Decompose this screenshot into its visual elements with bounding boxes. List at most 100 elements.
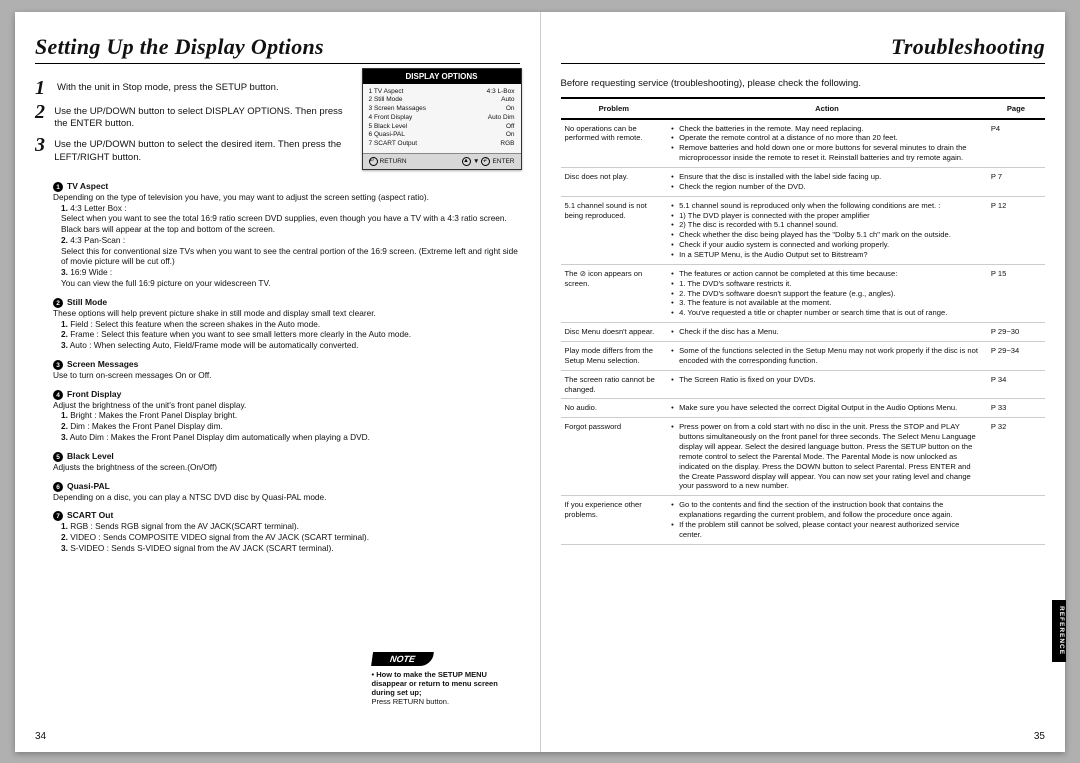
cell-problem: No audio.	[561, 399, 668, 418]
action-item: 3. The feature is not available at the m…	[671, 298, 983, 308]
side-tab: REFERENCE	[1052, 600, 1066, 661]
section-number-icon: 3	[53, 360, 63, 370]
action-item: Check the batteries in the remote. May n…	[671, 124, 983, 134]
action-item: 2. The DVD's software doesn't support th…	[671, 289, 983, 299]
cell-action: Ensure that the disc is installed with t…	[667, 167, 987, 196]
action-item: 1. The DVD's software restricts it.	[671, 279, 983, 289]
cell-page: P 15	[987, 264, 1045, 322]
page-title: Troubleshooting	[561, 34, 1046, 64]
osd-row: 4 Front DisplayAuto Dim	[369, 114, 515, 123]
section-items: 1. Bright : Makes the Front Panel Displa…	[53, 410, 520, 442]
action-item: The features or action cannot be complet…	[671, 269, 983, 279]
osd-row: 3 Screen MassagesOn	[369, 105, 515, 114]
cell-action: Make sure you have selected the correct …	[667, 399, 987, 418]
action-item: Press power on from a cold start with no…	[671, 422, 983, 491]
step-number: 2	[35, 102, 46, 122]
cell-problem: Play mode differs from the Setup Menu se…	[561, 341, 668, 370]
cell-action: Go to the contents and find the section …	[667, 496, 987, 544]
section-intro: Adjust the brightness of the unit's fron…	[53, 400, 520, 411]
section-head: 7SCART Out	[53, 510, 520, 521]
cell-page: P 32	[987, 418, 1045, 496]
page-left: Setting Up the Display Options 1 With th…	[15, 12, 541, 752]
page-title: Setting Up the Display Options	[35, 34, 520, 64]
cell-problem: The ⊘ icon appears on screen.	[561, 264, 668, 322]
option-sections: 1TV AspectDepending on the type of telev…	[35, 181, 520, 554]
table-row: Disc does not play.Ensure that the disc …	[561, 167, 1046, 196]
section-item: 2. VIDEO : Sends COMPOSITE VIDEO signal …	[61, 532, 520, 543]
manual-spread: Setting Up the Display Options 1 With th…	[15, 12, 1065, 752]
table-row: If you experience other problems.Go to t…	[561, 496, 1046, 544]
cell-problem: If you experience other problems.	[561, 496, 668, 544]
section-intro: Use to turn on-screen messages On or Off…	[53, 370, 520, 381]
cell-problem: Disc does not play.	[561, 167, 668, 196]
osd-footer: ↵RETURN ▲▼ ↲ENTER	[363, 153, 521, 169]
option-section: 5Black LevelAdjusts the brightness of th…	[53, 451, 520, 473]
action-item: Operate the remote control at a distance…	[671, 133, 983, 143]
enter-icon: ▲▼ ↲ENTER	[462, 157, 514, 166]
osd-row: 1 TV Aspect4:3 L-Box	[369, 88, 515, 97]
section-item: 2. Dim : Makes the Front Panel Display d…	[61, 421, 520, 432]
section-head: 6Quasi-PAL	[53, 481, 520, 492]
cell-action: Check the batteries in the remote. May n…	[667, 119, 987, 168]
step-2: 2 Use the UP/DOWN button to select DISPL…	[35, 102, 355, 132]
section-number-icon: 6	[53, 482, 63, 492]
osd-screenshot: DISPLAY OPTIONS 1 TV Aspect4:3 L-Box 2 S…	[362, 68, 522, 170]
intro-text: Before requesting service (troubleshooti…	[561, 78, 1046, 89]
action-item: Go to the contents and find the section …	[671, 500, 983, 520]
page-right: Troubleshooting Before requesting servic…	[541, 12, 1066, 752]
action-item: Check if the disc has a Menu.	[671, 327, 983, 337]
cell-page: P 29~30	[987, 323, 1045, 342]
cell-problem: The screen ratio cannot be changed.	[561, 370, 668, 399]
table-row: No audio.Make sure you have selected the…	[561, 399, 1046, 418]
section-item: 3. 16:9 Wide :You can view the full 16:9…	[61, 267, 520, 289]
action-item: 4. You've requested a title or chapter n…	[671, 308, 983, 318]
section-item: 2. 4:3 Pan-Scan :Select this for convent…	[61, 235, 520, 267]
th-action: Action	[667, 98, 987, 119]
osd-title: DISPLAY OPTIONS	[363, 69, 521, 84]
step-number: 1	[35, 78, 49, 98]
cell-page: P 33	[987, 399, 1045, 418]
cell-page: P 7	[987, 167, 1045, 196]
section-head: 4Front Display	[53, 389, 520, 400]
section-item: 3. Auto : When selecting Auto, Field/Fra…	[61, 340, 520, 351]
option-section: 2Still ModeThese options will help preve…	[53, 297, 520, 351]
action-item: Check if your audio system is connected …	[671, 240, 983, 250]
return-icon: ↵RETURN	[369, 157, 407, 166]
action-item: Remove batteries and hold down one or mo…	[671, 143, 983, 163]
action-item: Check the region number of the DVD.	[671, 182, 983, 192]
osd-row: 7 SCART OutputRGB	[369, 140, 515, 149]
section-items: 1. Field : Select this feature when the …	[53, 319, 520, 351]
th-problem: Problem	[561, 98, 668, 119]
cell-problem: No operations can be performed with remo…	[561, 119, 668, 168]
option-section: 7SCART Out1. RGB : Sends RGB signal from…	[53, 510, 520, 553]
table-row: The screen ratio cannot be changed.The S…	[561, 370, 1046, 399]
th-page: Page	[987, 98, 1045, 119]
step-text: With the unit in Stop mode, press the SE…	[57, 78, 279, 95]
step-number: 3	[35, 135, 46, 155]
cell-page: P 12	[987, 196, 1045, 264]
option-section: 3Screen MessagesUse to turn on-screen me…	[53, 359, 520, 381]
section-number-icon: 1	[53, 182, 63, 192]
table-row: Play mode differs from the Setup Menu se…	[561, 341, 1046, 370]
option-section: 4Front DisplayAdjust the brightness of t…	[53, 389, 520, 443]
section-head: 5Black Level	[53, 451, 520, 462]
troubleshooting-table: Problem Action Page No operations can be…	[561, 97, 1046, 545]
cell-action: Press power on from a cold start with no…	[667, 418, 987, 496]
step-3: 3 Use the UP/DOWN button to select the d…	[35, 135, 355, 165]
osd-body: 1 TV Aspect4:3 L-Box 2 Still ModeAuto 3 …	[363, 84, 521, 153]
table-row: No operations can be performed with remo…	[561, 119, 1046, 168]
note-label: NOTE	[371, 652, 434, 666]
cell-action: The features or action cannot be complet…	[667, 264, 987, 322]
action-item: Some of the functions selected in the Se…	[671, 346, 983, 366]
note-head: • How to make the SETUP MENU disappear o…	[372, 670, 522, 697]
osd-row: 5 Black LevelOff	[369, 123, 515, 132]
cell-page: P4	[987, 119, 1045, 168]
action-item: 2) The disc is recorded with 5.1 channel…	[671, 220, 983, 230]
section-head: 2Still Mode	[53, 297, 520, 308]
section-item: 1. 4:3 Letter Box :Select when you want …	[61, 203, 520, 235]
section-item: 1. Field : Select this feature when the …	[61, 319, 520, 330]
cell-problem: Disc Menu doesn't appear.	[561, 323, 668, 342]
note-body: Press RETURN button.	[372, 697, 522, 706]
action-item: 5.1 channel sound is reproduced only whe…	[671, 201, 983, 211]
cell-action: 5.1 channel sound is reproduced only whe…	[667, 196, 987, 264]
